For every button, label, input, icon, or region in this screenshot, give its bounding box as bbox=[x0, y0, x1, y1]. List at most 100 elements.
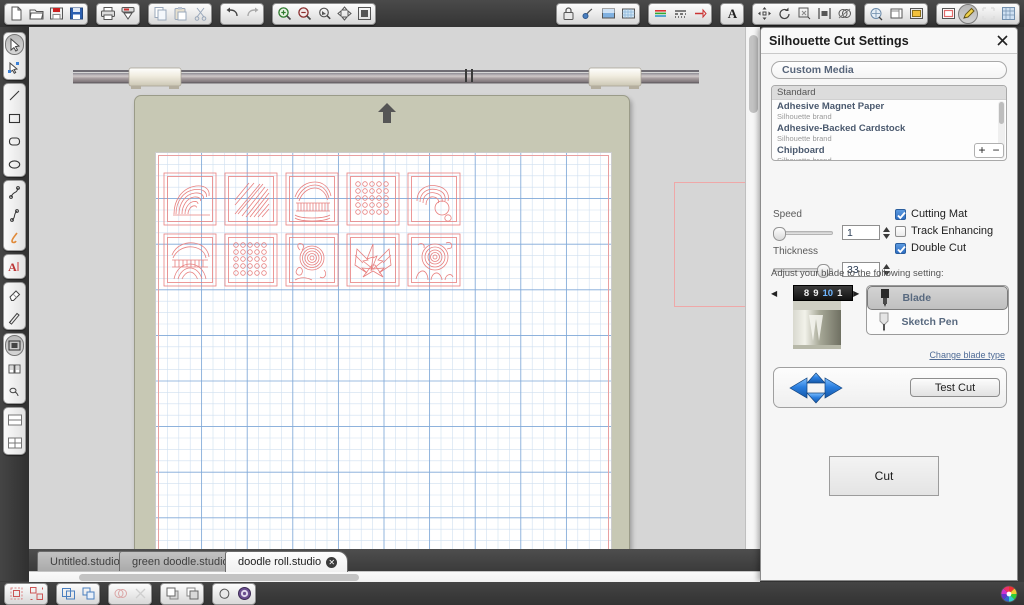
media-list-scroll-thumb[interactable] bbox=[999, 102, 1004, 124]
replicate-button[interactable] bbox=[794, 4, 814, 24]
print-button[interactable] bbox=[98, 4, 118, 24]
bring-to-front-button[interactable] bbox=[162, 584, 182, 604]
workspace-vertical-scrollbar[interactable] bbox=[745, 27, 760, 581]
paste-button[interactable] bbox=[170, 4, 190, 24]
store-button[interactable] bbox=[866, 4, 886, 24]
copy-button[interactable] bbox=[150, 4, 170, 24]
workspace-horizontal-scrollbar[interactable] bbox=[29, 571, 760, 582]
eraser-tool[interactable] bbox=[4, 283, 25, 306]
ungroup-button[interactable] bbox=[26, 584, 46, 604]
speed-slider[interactable] bbox=[773, 226, 833, 241]
add-media-button[interactable]: + bbox=[975, 144, 989, 157]
ellipse-tool[interactable] bbox=[4, 153, 25, 176]
rotate-button[interactable] bbox=[774, 4, 794, 24]
group-button[interactable] bbox=[6, 584, 26, 604]
fill-panel-button[interactable] bbox=[598, 4, 618, 24]
save-as-button[interactable] bbox=[66, 4, 86, 24]
line-style-button[interactable] bbox=[670, 4, 690, 24]
cutting-mat-checkbox[interactable] bbox=[895, 208, 906, 220]
page-setup-button[interactable] bbox=[558, 4, 578, 24]
curve-tool[interactable] bbox=[4, 204, 25, 227]
change-blade-type-link[interactable]: Change blade type bbox=[929, 350, 1005, 360]
offset-button[interactable] bbox=[214, 584, 234, 604]
media-list-item[interactable]: Chipboard Silhouette brand bbox=[772, 144, 1006, 161]
zoom-page-button[interactable] bbox=[354, 4, 374, 24]
design-page[interactable] bbox=[155, 152, 612, 581]
blade-dial-widget[interactable]: ◀ 8 9 10 1 ▶ bbox=[771, 285, 861, 349]
vertical-scroll-thumb[interactable] bbox=[749, 35, 758, 113]
line-tool[interactable] bbox=[4, 84, 25, 107]
edit-points-tool[interactable] bbox=[4, 56, 25, 79]
speed-slider-knob[interactable] bbox=[773, 226, 786, 241]
freehand-tool[interactable] bbox=[4, 227, 25, 250]
cutting-mat-checkbox-row[interactable]: Cutting Mat bbox=[895, 208, 993, 220]
cut-clipboard-button[interactable] bbox=[190, 4, 210, 24]
sketch-settings-button[interactable] bbox=[958, 3, 978, 24]
double-cut-checkbox-row[interactable]: Double Cut bbox=[895, 242, 993, 254]
media-type-list[interactable]: Standard Adhesive Magnet Paper Silhouett… bbox=[771, 85, 1007, 161]
knife-tool[interactable] bbox=[4, 306, 25, 329]
media-name-field[interactable]: Custom Media bbox=[771, 61, 1007, 79]
print-bleed-button[interactable] bbox=[978, 4, 998, 24]
polygon-tool[interactable] bbox=[4, 181, 25, 204]
horizontal-scroll-thumb[interactable] bbox=[79, 574, 359, 581]
modify-button[interactable] bbox=[834, 4, 854, 24]
release-compound-path-button[interactable] bbox=[78, 584, 98, 604]
text-tool[interactable]: A bbox=[4, 255, 25, 278]
line-thickness-button[interactable] bbox=[690, 4, 710, 24]
library-tool[interactable] bbox=[4, 357, 25, 380]
zoom-in-button[interactable] bbox=[274, 4, 294, 24]
rounded-rectangle-tool[interactable] bbox=[4, 130, 25, 153]
close-icon[interactable] bbox=[995, 33, 1010, 48]
print-setup-button[interactable] bbox=[118, 4, 138, 24]
trace-tool[interactable] bbox=[4, 334, 25, 357]
grid-settings-button[interactable] bbox=[998, 4, 1018, 24]
detach-button[interactable] bbox=[130, 584, 150, 604]
zoom-out-button[interactable] bbox=[294, 4, 314, 24]
my-library-button[interactable] bbox=[906, 4, 926, 24]
dial-right-arrow-icon[interactable]: ▶ bbox=[853, 289, 859, 298]
undo-button[interactable] bbox=[222, 4, 242, 24]
cutting-mat[interactable] bbox=[134, 95, 630, 581]
remove-media-button[interactable]: − bbox=[989, 144, 1003, 157]
registration-marks-button[interactable] bbox=[578, 4, 598, 24]
dial-left-arrow-icon[interactable]: ◀ bbox=[771, 289, 777, 298]
internal-offset-button[interactable] bbox=[234, 584, 254, 604]
redo-button[interactable] bbox=[242, 4, 262, 24]
send-to-back-button[interactable] bbox=[182, 584, 202, 604]
tab-doodle-roll[interactable]: doodle roll.studio ✕ bbox=[225, 551, 349, 572]
jog-arrows-icon[interactable] bbox=[788, 371, 844, 404]
speed-value-input[interactable]: 1 bbox=[842, 225, 880, 240]
transform-button[interactable] bbox=[754, 4, 774, 24]
pattern-fill-button[interactable] bbox=[618, 4, 638, 24]
zoom-selection-button[interactable] bbox=[314, 4, 334, 24]
new-document-button[interactable] bbox=[6, 4, 26, 24]
track-enhancing-checkbox[interactable] bbox=[895, 225, 906, 237]
blade-type-blade[interactable]: Blade bbox=[867, 286, 1008, 310]
track-enhancing-checkbox-row[interactable]: Track Enhancing bbox=[895, 225, 993, 237]
fit-to-window-button[interactable] bbox=[334, 4, 354, 24]
media-list-item[interactable]: Adhesive-Backed Cardstock Silhouette bra… bbox=[772, 122, 1006, 144]
page-view-tool[interactable] bbox=[4, 408, 25, 431]
save-document-button[interactable] bbox=[46, 4, 66, 24]
sketch-tool[interactable] bbox=[4, 380, 25, 403]
blade-number-dial[interactable]: 8 9 10 1 bbox=[793, 285, 854, 301]
media-list-item[interactable]: Adhesive Magnet Paper Silhouette brand bbox=[772, 100, 1006, 122]
text-style-button[interactable]: A bbox=[722, 4, 742, 24]
align-button[interactable] bbox=[814, 4, 834, 24]
library-button[interactable] bbox=[886, 4, 906, 24]
test-cut-button[interactable]: Test Cut bbox=[910, 378, 1000, 397]
cut-settings-button[interactable] bbox=[938, 4, 958, 24]
line-color-button[interactable] bbox=[650, 4, 670, 24]
weld-button[interactable] bbox=[110, 584, 130, 604]
make-compound-path-button[interactable] bbox=[58, 584, 78, 604]
design-artwork[interactable] bbox=[162, 171, 462, 301]
panel-layout-tool[interactable] bbox=[4, 431, 25, 454]
select-tool[interactable] bbox=[4, 33, 25, 56]
blade-type-sketch-pen[interactable]: Sketch Pen bbox=[867, 310, 1008, 334]
rectangle-tool[interactable] bbox=[4, 107, 25, 130]
tab-close-icon[interactable]: ✕ bbox=[326, 556, 338, 568]
double-cut-checkbox[interactable] bbox=[895, 242, 906, 254]
open-document-button[interactable] bbox=[26, 4, 46, 24]
speed-stepper[interactable] bbox=[882, 226, 891, 240]
